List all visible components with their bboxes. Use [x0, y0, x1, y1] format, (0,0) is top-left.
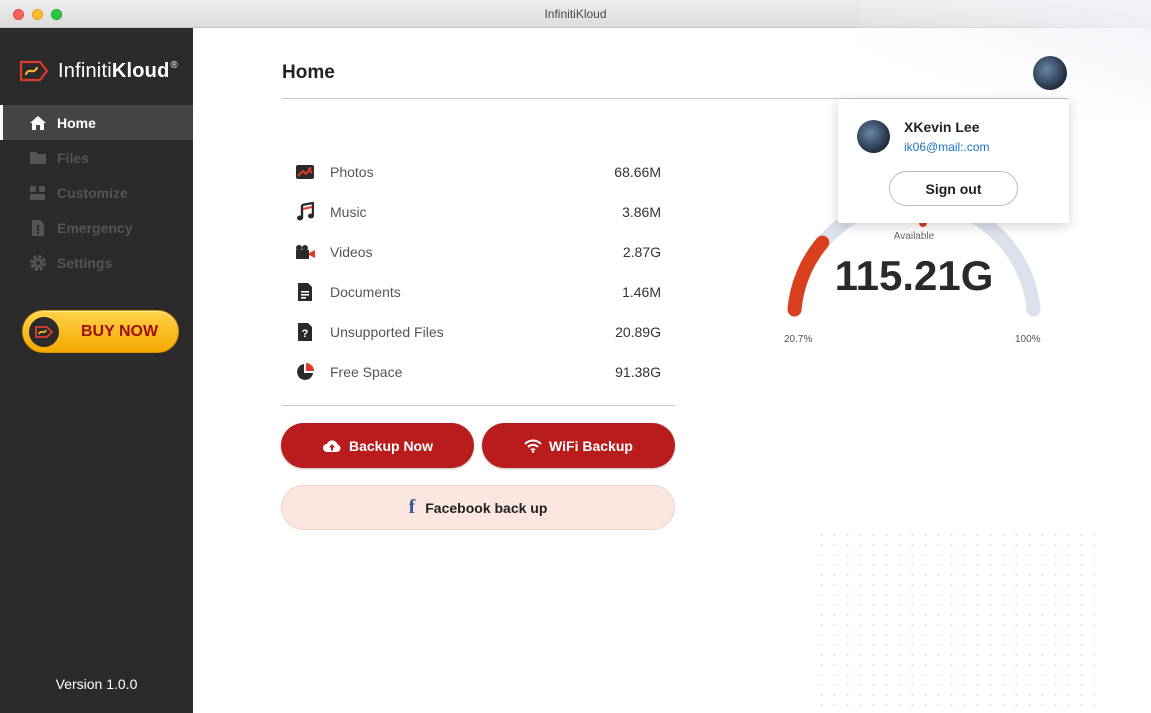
storage-value: 68.66M	[614, 164, 661, 180]
buy-now-button[interactable]: BUY NOW	[22, 310, 179, 353]
sidebar-item-label: Home	[57, 114, 96, 131]
svg-text:?: ?	[302, 328, 309, 340]
home-icon	[28, 114, 48, 132]
storage-value: 91.38G	[615, 364, 661, 380]
list-divider	[282, 405, 675, 406]
emergency-icon	[28, 219, 48, 237]
unsupported-file-icon: ?	[294, 321, 316, 343]
backup-now-label: Backup Now	[348, 437, 433, 454]
account-popup: XKevin Lee ik06@mail:.com Sign out	[838, 99, 1069, 223]
storage-value: 3.86M	[622, 204, 661, 220]
document-icon	[294, 281, 316, 303]
storage-value: 2.87G	[622, 244, 661, 260]
storage-value: 1.46M	[622, 284, 661, 300]
storage-label: Free Space	[330, 364, 403, 380]
storage-label: Unsupported Files	[330, 324, 444, 340]
folder-icon	[28, 149, 48, 167]
app-version: Version 1.0.0	[55, 676, 138, 692]
list-item: Photos 68.66M	[282, 152, 675, 192]
storage-value: 20.89G	[615, 324, 661, 340]
video-icon	[294, 241, 316, 263]
sidebar-item-label: Files	[57, 149, 89, 166]
list-item: Documents 1.46M	[282, 272, 675, 312]
sidebar-item-label: Emergency	[57, 219, 133, 236]
photo-icon	[294, 161, 316, 183]
buy-now-label: BUY NOW	[81, 322, 159, 340]
cloud-upload-icon	[322, 439, 341, 452]
sidebar-item-emergency[interactable]: Emergency	[0, 210, 193, 245]
facebook-backup-label: Facebook back up	[425, 499, 548, 516]
account-avatar-button[interactable]	[1033, 56, 1067, 90]
storage-breakdown-list: Photos 68.66M Music 3.86M Videos 2.87G D…	[282, 152, 675, 392]
account-email: ik06@mail:.com	[904, 140, 990, 154]
list-item: Videos 2.87G	[282, 232, 675, 272]
logo-icon	[19, 60, 49, 82]
music-icon	[294, 201, 316, 223]
account-name: XKevin Lee	[904, 119, 980, 135]
backup-now-button[interactable]: Backup Now	[281, 423, 474, 468]
customize-icon	[28, 184, 48, 202]
sidebar-item-settings[interactable]: Settings	[0, 245, 193, 280]
app-logo: InfinitiKloud®	[18, 56, 178, 86]
storage-label: Music	[330, 204, 367, 220]
gauge-used-arc	[787, 235, 830, 317]
wifi-backup-label: WiFi Backup	[549, 437, 633, 454]
wifi-icon	[524, 439, 542, 453]
buy-logo-icon	[29, 316, 59, 347]
facebook-backup-button[interactable]: f Facebook back up	[281, 485, 675, 530]
list-item: ? Unsupported Files 20.89G	[282, 312, 675, 352]
pie-icon	[294, 361, 316, 383]
dot-pattern-decoration	[815, 530, 1095, 713]
storage-label: Documents	[330, 284, 401, 300]
list-item: Music 3.86M	[282, 192, 675, 232]
gear-icon	[28, 254, 48, 272]
available-label: Available	[893, 231, 935, 242]
storage-label: Photos	[330, 164, 374, 180]
page-title: Home	[282, 62, 335, 83]
sidebar-item-home[interactable]: Home	[0, 105, 193, 140]
logo-text: InfinitiKloud®	[58, 59, 179, 82]
sidebar: InfinitiKloud® Home Files Customize Emer…	[0, 28, 193, 713]
gauge-min-label: 20.7%	[784, 334, 813, 345]
sidebar-item-customize[interactable]: Customize	[0, 175, 193, 210]
gauge-max-label: 100%	[1015, 334, 1041, 345]
sidebar-item-label: Customize	[57, 184, 128, 201]
avatar	[857, 120, 890, 153]
storage-label: Videos	[330, 244, 373, 260]
facebook-icon: f	[408, 496, 416, 518]
wifi-backup-button[interactable]: WiFi Backup	[482, 423, 675, 468]
available-space-value: 115.21G	[834, 252, 994, 299]
sidebar-item-files[interactable]: Files	[0, 140, 193, 175]
list-item: Free Space 91.38G	[282, 352, 675, 392]
sidebar-item-label: Settings	[57, 254, 113, 271]
sign-out-button[interactable]: Sign out	[889, 171, 1018, 206]
